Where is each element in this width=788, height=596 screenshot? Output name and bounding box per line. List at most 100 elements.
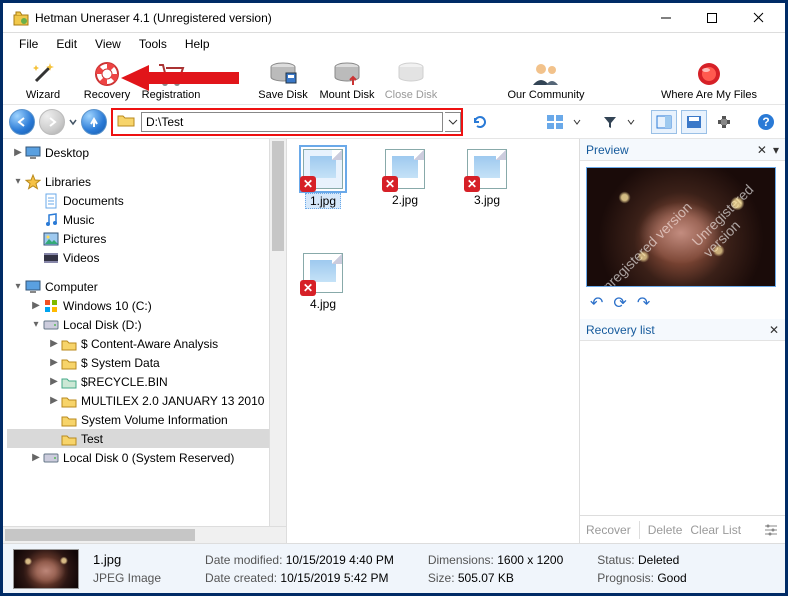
recovery-list-body	[580, 341, 785, 515]
tree-horizontal-scrollbar[interactable]	[3, 526, 286, 543]
nav-back-button[interactable]	[9, 109, 35, 135]
disk-save-icon	[269, 60, 297, 88]
tree-item-disk0[interactable]: ▶Local Disk 0 (System Reserved)	[7, 448, 286, 467]
desktop-icon	[25, 145, 41, 161]
recovery-actions: Recover Delete Clear List	[580, 515, 785, 543]
view-mode-dropdown[interactable]	[573, 114, 581, 130]
menu-tools[interactable]: Tools	[131, 35, 175, 53]
recovery-list-header: Recovery list ✕	[580, 319, 785, 341]
tree-item-multilex[interactable]: ▶MULTILEX 2.0 JANUARY 13 2010	[7, 391, 286, 410]
recover-button[interactable]: Recover	[586, 523, 631, 537]
main-toolbar: Wizard Recovery Registration Save Disk M…	[3, 55, 785, 105]
nav-history-dropdown[interactable]	[69, 110, 77, 134]
tree-item-libraries[interactable]: ▾Libraries	[7, 172, 286, 191]
disk-close-icon	[397, 60, 425, 88]
red-button-icon	[695, 60, 723, 88]
where-files-button[interactable]: Where Are My Files	[641, 54, 777, 102]
tree-item-videos[interactable]: Videos	[7, 248, 286, 267]
nav-forward-button[interactable]	[39, 109, 65, 135]
menu-view[interactable]: View	[87, 35, 129, 53]
view-mode-button[interactable]	[543, 110, 569, 134]
tree-item-d-drive[interactable]: ▾Local Disk (D:)	[7, 315, 286, 334]
drive-icon	[43, 450, 59, 466]
nav-up-button[interactable]	[81, 109, 107, 135]
image-file-icon: ✕	[303, 253, 343, 293]
image-file-icon: ✕	[385, 149, 425, 189]
video-icon	[43, 250, 59, 266]
status-thumbnail	[13, 549, 79, 589]
rotate-left-icon[interactable]: ↶	[590, 293, 603, 313]
refresh-button[interactable]	[467, 110, 493, 134]
tree-item-computer[interactable]: ▾Computer	[7, 277, 286, 296]
star-icon	[25, 174, 41, 190]
wand-icon	[30, 60, 56, 88]
address-bar	[111, 108, 463, 136]
mount-disk-button[interactable]: Mount Disk	[315, 54, 379, 102]
menu-help[interactable]: Help	[177, 35, 218, 53]
tree-vertical-scrollbar[interactable]	[269, 139, 286, 526]
preview-header: Preview ✕ ▾	[580, 139, 785, 161]
registration-button[interactable]: Registration	[139, 54, 203, 102]
file-list[interactable]: ✕ 1.jpg ✕ 2.jpg ✕ 3.jpg ✕ 4.jpg	[287, 139, 579, 543]
menu-file[interactable]: File	[11, 35, 46, 53]
title-bar: Hetman Uneraser 4.1 (Unregistered versio…	[3, 3, 785, 33]
close-button[interactable]	[735, 4, 781, 32]
save-disk-button[interactable]: Save Disk	[251, 54, 315, 102]
cart-icon	[157, 60, 185, 88]
tree-item-c-drive[interactable]: ▶Windows 10 (C:)	[7, 296, 286, 315]
clear-list-button[interactable]: Clear List	[690, 523, 741, 537]
disk-mount-icon	[333, 60, 361, 88]
list-settings-icon[interactable]	[763, 523, 779, 537]
preview-panel-toggle[interactable]	[651, 110, 677, 134]
window-title: Hetman Uneraser 4.1 (Unregistered versio…	[35, 11, 272, 25]
tree-item-system-data[interactable]: ▶$ System Data	[7, 353, 286, 372]
status-bar: 1.jpg JPEG Image Date modified: 10/15/20…	[3, 543, 785, 593]
music-icon	[43, 212, 59, 228]
right-panel: Preview ✕ ▾ Unregistered version Unregis…	[579, 139, 785, 543]
file-item-4[interactable]: ✕ 4.jpg	[293, 253, 353, 311]
tree-item-desktop[interactable]: ▶Desktop	[7, 143, 286, 162]
tree-item-recycle[interactable]: ▶$RECYCLE.BIN	[7, 372, 286, 391]
address-input[interactable]	[141, 112, 443, 132]
tree-item-test[interactable]: Test	[7, 429, 286, 448]
folder-tree: ▶Desktop ▾Libraries Documents Music Pict…	[3, 139, 287, 543]
close-disk-button[interactable]: Close Disk	[379, 54, 443, 102]
maximize-button[interactable]	[689, 4, 735, 32]
tree-item-pictures[interactable]: Pictures	[7, 229, 286, 248]
computer-icon	[25, 279, 41, 295]
recovery-list-close-icon[interactable]: ✕	[769, 323, 779, 337]
app-icon	[13, 10, 29, 26]
image-file-icon: ✕	[303, 149, 343, 189]
minimize-button[interactable]	[643, 4, 689, 32]
filter-button[interactable]	[597, 110, 623, 134]
help-button[interactable]: ?	[753, 110, 779, 134]
address-dropdown[interactable]	[445, 112, 461, 132]
rotate-right-icon[interactable]: ↷	[637, 293, 650, 313]
preview-image: Unregistered version Unregistered versio…	[586, 167, 776, 287]
community-button[interactable]: Our Community	[491, 54, 601, 102]
folder-icon	[61, 393, 77, 409]
rotate-180-icon[interactable]: ⟳	[613, 293, 626, 313]
document-icon	[43, 193, 59, 209]
tree-item-documents[interactable]: Documents	[7, 191, 286, 210]
menu-edit[interactable]: Edit	[48, 35, 85, 53]
preview-close-icon[interactable]: ✕	[757, 143, 767, 157]
file-item-3[interactable]: ✕ 3.jpg	[457, 149, 517, 209]
folder-icon	[61, 412, 77, 428]
file-item-2[interactable]: ✕ 2.jpg	[375, 149, 435, 209]
picture-icon	[43, 231, 59, 247]
image-file-icon: ✕	[467, 149, 507, 189]
tree-item-music[interactable]: Music	[7, 210, 286, 229]
folder-icon	[61, 431, 77, 447]
wizard-button[interactable]: Wizard	[11, 54, 75, 102]
tree-item-content-aware[interactable]: ▶$ Content-Aware Analysis	[7, 334, 286, 353]
recovery-button[interactable]: Recovery	[75, 54, 139, 102]
filter-dropdown[interactable]	[627, 114, 635, 130]
file-item-1[interactable]: ✕ 1.jpg	[293, 149, 353, 209]
delete-button[interactable]: Delete	[648, 523, 683, 537]
preview-dropdown-icon[interactable]: ▾	[773, 143, 779, 157]
options-button[interactable]	[711, 110, 737, 134]
save-panel-toggle[interactable]	[681, 110, 707, 134]
status-filetype: JPEG Image	[93, 571, 161, 585]
tree-item-svi[interactable]: System Volume Information	[7, 410, 286, 429]
